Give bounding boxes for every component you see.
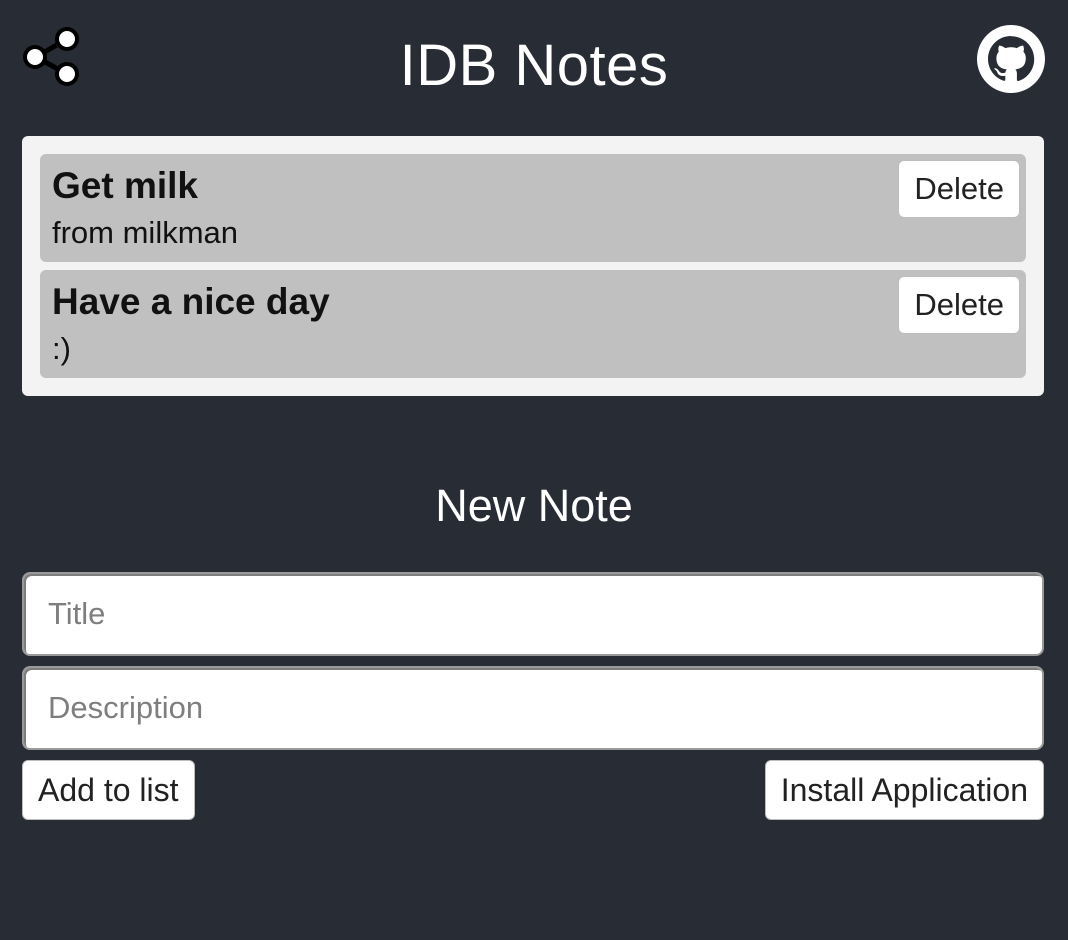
note-title: Get milk [52, 165, 198, 206]
note-item: Have a nice day :) Delete [40, 270, 1026, 378]
note-item: Get milk from milkman Delete [40, 154, 1026, 262]
delete-note-button[interactable]: Delete [898, 160, 1020, 218]
description-input[interactable] [22, 666, 1044, 750]
app-title: IDB Notes [399, 33, 669, 98]
notes-list: Get milk from milkman Delete Have a nice… [22, 136, 1044, 396]
note-description: from milkman [52, 215, 239, 250]
delete-note-button[interactable]: Delete [898, 276, 1020, 334]
new-note-heading: New Note [435, 480, 633, 531]
github-link[interactable] [976, 24, 1046, 94]
github-icon [977, 25, 1045, 93]
note-title: Have a nice day [52, 281, 330, 322]
add-to-list-button[interactable]: Add to list [22, 760, 195, 820]
app-header: IDB Notes [0, 0, 1068, 136]
note-description: :) [52, 331, 71, 366]
title-input[interactable] [22, 572, 1044, 656]
install-application-button[interactable]: Install Application [764, 760, 1044, 820]
